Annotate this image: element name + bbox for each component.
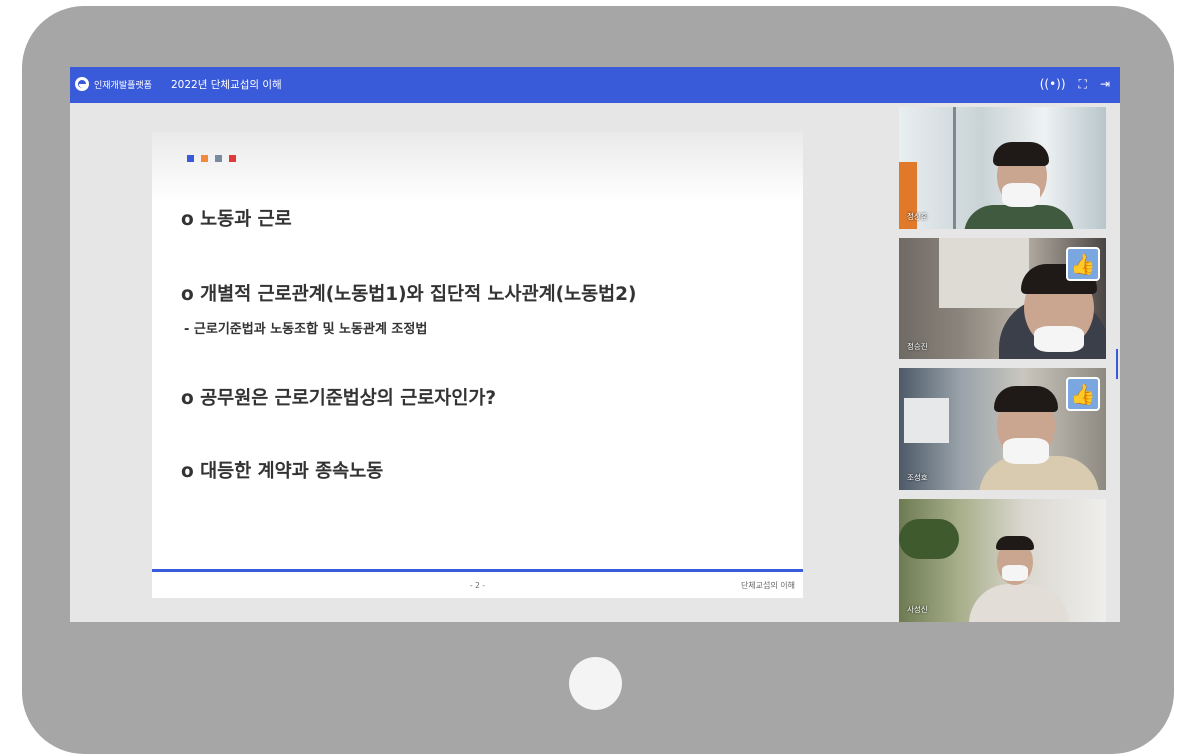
slide-bullet: o 공무원은 근로기준법상의 근로자인가? — [181, 388, 497, 409]
presentation-slide: o 노동과 근로 o 개별적 근로관계(노동법1)와 집단적 노사관계(노동법2… — [152, 132, 803, 598]
participant-video[interactable]: 사성신 — [899, 499, 1106, 622]
deco-square-red — [229, 155, 236, 162]
slide-footer-rule — [152, 569, 803, 572]
slide-bullet: o 대등한 계약과 종속노동 — [181, 461, 384, 482]
app-screen: 인재개발플랫폼 2022년 단체교섭의 이해 ((•)) ⛶ ⇥ o 노동과 근… — [70, 67, 1120, 622]
brand-name: 인재개발플랫폼 — [94, 81, 152, 91]
slide-bullet: o 노동과 근로 — [181, 209, 292, 230]
deco-square-blue — [187, 155, 194, 162]
participant-list-scrollbar[interactable] — [1116, 349, 1118, 379]
broadcast-icon[interactable]: ((•)) — [1040, 74, 1066, 94]
top-bar: 인재개발플랫폼 2022년 단체교섭의 이해 ((•)) ⛶ ⇥ — [70, 67, 1120, 103]
course-title: 2022년 단체교섭의 이해 — [171, 79, 282, 91]
participant-video[interactable]: 👍 정승진 — [899, 238, 1106, 359]
slide-bullet: o 개별적 근로관계(노동법1)와 집단적 노사관계(노동법2) — [181, 284, 637, 305]
participant-name: 조성호 — [907, 473, 928, 482]
participant-video[interactable]: 👍 조성호 — [899, 368, 1106, 490]
slide-sub-bullet: - 근로기준법과 노동조합 및 노동관계 조정법 — [184, 322, 428, 337]
slide-page-number: - 2 - — [470, 581, 485, 590]
top-bar-actions: ((•)) ⛶ ⇥ — [1040, 74, 1110, 94]
fullscreen-icon[interactable]: ⛶ — [1079, 74, 1087, 94]
slide-footer-title: 단체교섭의 이해 — [740, 581, 795, 590]
participant-name: 정승진 — [907, 342, 928, 351]
government-logo-icon — [75, 77, 89, 91]
deco-square-gray — [215, 155, 222, 162]
participant-video[interactable]: 정상훈 — [899, 107, 1106, 229]
home-button[interactable] — [569, 657, 622, 710]
deco-square-orange — [201, 155, 208, 162]
participant-name: 사성신 — [907, 605, 928, 614]
thumbs-up-icon: 👍 — [1066, 377, 1100, 411]
exit-icon[interactable]: ⇥ — [1100, 74, 1110, 94]
participant-name: 정상훈 — [907, 212, 928, 221]
slide-decoration — [187, 155, 236, 162]
thumbs-up-icon: 👍 — [1066, 247, 1100, 281]
